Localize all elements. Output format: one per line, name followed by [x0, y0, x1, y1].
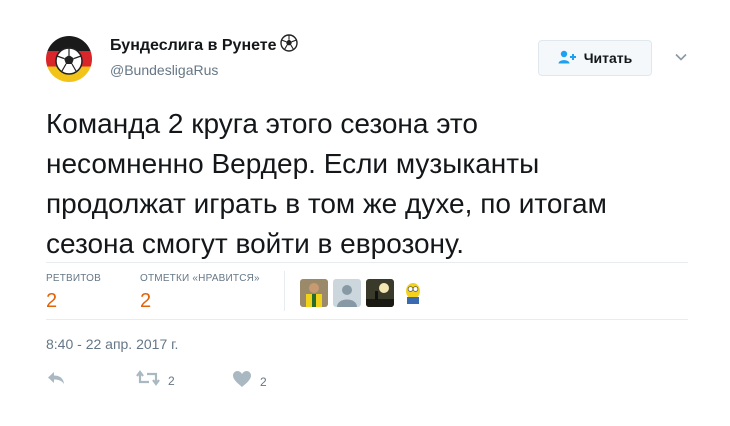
likers-avatars — [300, 279, 427, 307]
retweets-value: 2 — [46, 290, 58, 312]
tweet-stats: РЕТВИТОВ 2 ОТМЕТКИ «НРАВИТСЯ» 2 — [46, 262, 688, 320]
liker-avatar[interactable] — [399, 279, 427, 307]
tweet-text-line: Команда 2 круга этого сезона это — [46, 108, 478, 139]
liker-avatar[interactable] — [366, 279, 394, 307]
heart-icon — [232, 370, 252, 393]
tweet-text-line: несомненно Вердер. Если музыканты — [46, 148, 540, 179]
tweet-text-line: продолжат играть в том же духе, по итога… — [46, 188, 607, 219]
stats-divider — [284, 271, 285, 311]
like-button[interactable]: 2 — [232, 370, 267, 393]
follow-button[interactable]: Читать — [538, 40, 652, 76]
liker-avatar[interactable] — [333, 279, 361, 307]
avatar[interactable] — [46, 36, 92, 82]
follow-button-label: Читать — [583, 50, 633, 66]
liker-avatar[interactable] — [300, 279, 328, 307]
likes-value: 2 — [140, 290, 152, 312]
reply-icon — [46, 370, 66, 391]
likes-stat[interactable]: ОТМЕТКИ «НРАВИТСЯ» 2 — [140, 273, 260, 313]
follow-person-plus-icon — [558, 50, 578, 67]
tweet-header: Бундеслига в Рунете @BundesligaRus Читат… — [46, 30, 696, 86]
author-display-name[interactable]: Бундеслига в Рунете — [110, 34, 298, 58]
retweets-stat[interactable]: РЕТВИТОВ 2 — [46, 273, 101, 313]
reply-button[interactable] — [46, 370, 66, 391]
tweet-text-line: сезона смогут войти в еврозону. — [46, 228, 464, 259]
author-name-text: Бундеслига в Рунете — [110, 37, 277, 54]
tweet-timestamp[interactable]: 8:40 - 22 апр. 2017 г. — [46, 336, 178, 352]
retweets-label: РЕТВИТОВ — [46, 273, 102, 284]
retweet-count: 2 — [168, 373, 175, 388]
tweet-text: Команда 2 круга этого сезона это несомне… — [46, 104, 696, 264]
retweet-button[interactable]: 2 — [136, 370, 175, 391]
chevron-down-icon[interactable] — [674, 50, 688, 64]
like-count: 2 — [260, 374, 267, 389]
author-handle[interactable]: @BundesligaRus — [110, 60, 298, 80]
retweet-icon — [136, 370, 160, 391]
author-info: Бундеслига в Рунете @BundesligaRus — [110, 34, 298, 80]
likes-label: ОТМЕТКИ «НРАВИТСЯ» — [140, 273, 260, 284]
soccer-ball-icon — [279, 34, 298, 58]
